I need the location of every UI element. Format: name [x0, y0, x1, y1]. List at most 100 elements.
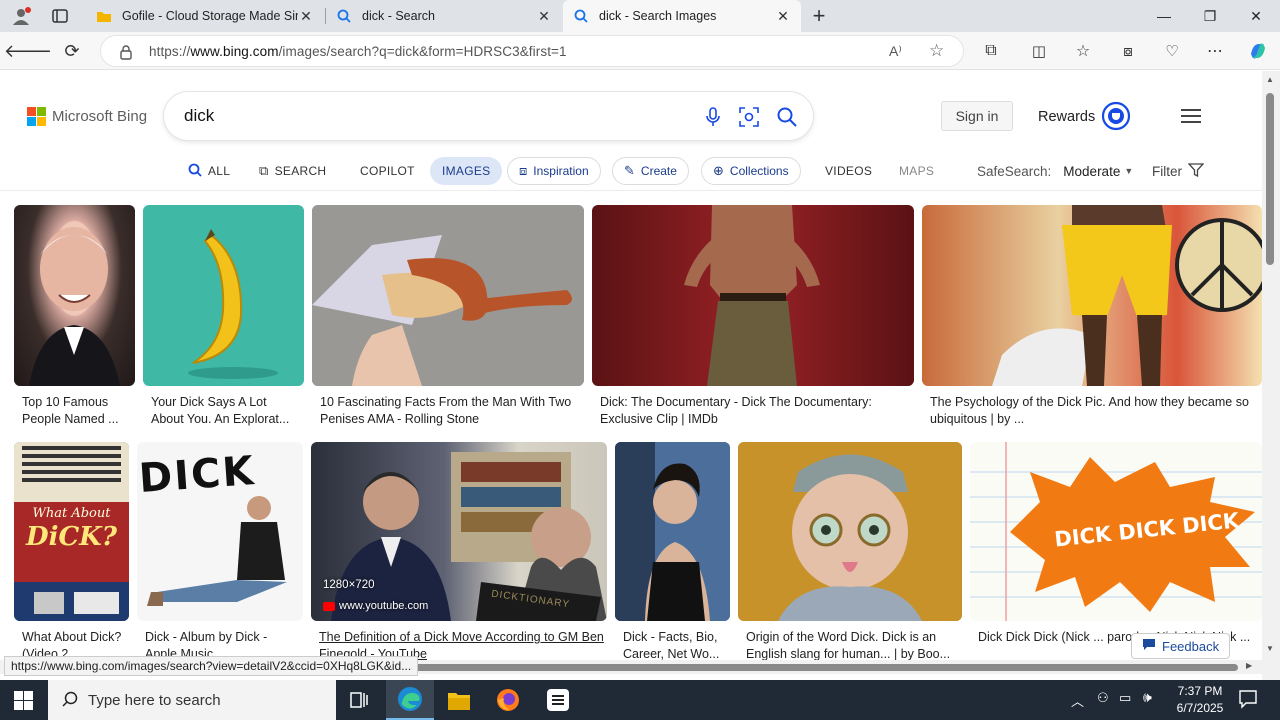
- scope-inspiration[interactable]: ⧈ Inspiration: [507, 157, 601, 185]
- taskbar-search-box[interactable]: Type here to search: [48, 680, 336, 720]
- close-icon[interactable]: ✕: [298, 8, 314, 25]
- sign-in-button[interactable]: Sign in: [941, 101, 1013, 131]
- copilot-icon[interactable]: [1243, 36, 1273, 66]
- image-result-2[interactable]: [143, 205, 304, 386]
- scrollbar-thumb[interactable]: [1266, 93, 1274, 265]
- tab-label: Gofile - Cloud Storage Made Sim: [122, 9, 298, 23]
- close-window-button[interactable]: ✕: [1233, 0, 1279, 32]
- microphone-icon[interactable]: [700, 104, 726, 130]
- search-input[interactable]: dick: [184, 106, 214, 126]
- scroll-right-arrow-icon[interactable]: ▶: [1246, 661, 1252, 670]
- clock[interactable]: 7:37 PM 6/7/2025: [1170, 683, 1230, 717]
- image-result-1[interactable]: [14, 205, 135, 386]
- image-result-3[interactable]: [312, 205, 584, 386]
- scope-label: VIDEOS: [825, 164, 873, 178]
- image-result-7[interactable]: DICK: [137, 442, 303, 621]
- image-result-4[interactable]: [592, 205, 914, 386]
- scroll-up-arrow-icon[interactable]: ▲: [1266, 75, 1274, 84]
- collections-icon[interactable]: ⧇: [1113, 36, 1143, 66]
- image-caption-10[interactable]: Origin of the Word Dick. Dick is an Engl…: [746, 629, 956, 663]
- image-caption-2[interactable]: Your Dick Says A Lot About You. An Explo…: [151, 394, 301, 428]
- profile-icon[interactable]: [10, 6, 32, 26]
- volume-icon[interactable]: 🕪: [1143, 689, 1152, 706]
- image-caption-3[interactable]: 10 Fascinating Facts From the Man With T…: [320, 394, 582, 428]
- page-scrollbar[interactable]: ▲ ▼: [1262, 71, 1280, 684]
- inspiration-icon: ⧈: [519, 163, 528, 178]
- performance-icon[interactable]: ♡: [1157, 36, 1187, 66]
- poster-big-text: DiCK?: [26, 522, 117, 552]
- tab-search-images[interactable]: dick - Search Images ✕: [563, 0, 801, 32]
- edge-taskbar-icon[interactable]: [386, 680, 434, 720]
- more-menu-icon[interactable]: ⋯: [1200, 36, 1230, 66]
- scope-collections[interactable]: ⊕ Collections: [701, 157, 801, 185]
- extensions-icon[interactable]: ⧉: [976, 36, 1006, 66]
- minimize-button[interactable]: —: [1141, 0, 1187, 32]
- bing-logo-text: Microsoft Bing: [52, 108, 148, 125]
- image-size-overlay: 1280×720: [323, 579, 375, 591]
- scope-copilot[interactable]: COPILOT: [360, 157, 415, 185]
- bing-logo[interactable]: Microsoft Bing: [27, 107, 147, 126]
- image-result-10[interactable]: [738, 442, 962, 621]
- tab-actions-icon[interactable]: [52, 8, 68, 24]
- lock-icon[interactable]: [119, 44, 133, 60]
- hamburger-menu-icon[interactable]: [1181, 108, 1201, 127]
- taskbar-search-placeholder: Type here to search: [88, 691, 221, 709]
- scroll-down-arrow-icon[interactable]: ▼: [1266, 644, 1274, 653]
- image-caption-4[interactable]: Dick: The Documentary - Dick The Documen…: [600, 394, 900, 428]
- feedback-button[interactable]: Feedback: [1131, 633, 1231, 659]
- restore-button[interactable]: ❐: [1187, 0, 1233, 32]
- favorite-star-icon[interactable]: ☆: [929, 41, 944, 61]
- read-aloud-icon[interactable]: A⁾: [889, 43, 902, 60]
- image-caption-1[interactable]: Top 10 Famous People Named ...: [22, 394, 132, 428]
- image-result-11[interactable]: DICK DICK DICK: [970, 442, 1262, 621]
- search-icon[interactable]: [774, 104, 800, 130]
- visual-search-icon[interactable]: [736, 104, 762, 130]
- rewards-label[interactable]: Rewards: [1038, 109, 1095, 125]
- filter-button[interactable]: Filter: [1152, 157, 1205, 185]
- scope-maps[interactable]: MAPS: [899, 157, 934, 185]
- close-icon[interactable]: ✕: [536, 8, 552, 25]
- image-caption-9[interactable]: Dick - Facts, Bio, Career, Net Wo...: [623, 629, 728, 663]
- tab-search[interactable]: dick - Search ✕: [326, 0, 562, 32]
- notifications-icon[interactable]: [1238, 689, 1258, 712]
- image-result-6[interactable]: What About DiCK?: [14, 442, 129, 621]
- address-bar[interactable]: https://www.bing.com/images/search?q=dic…: [100, 35, 964, 67]
- scope-create[interactable]: ✎ Create: [612, 157, 689, 185]
- rewards-trophy-icon[interactable]: [1101, 101, 1131, 134]
- scope-videos[interactable]: VIDEOS: [825, 157, 872, 185]
- file-explorer-icon[interactable]: [447, 689, 471, 714]
- scope-all[interactable]: ALL: [188, 157, 230, 185]
- search-box[interactable]: dick: [164, 92, 813, 140]
- feedback-label: Feedback: [1162, 638, 1220, 654]
- safesearch-value[interactable]: Moderate: [1063, 164, 1120, 179]
- image-result-8[interactable]: DICKTIONARY 1280×720 www.youtube.com: [311, 442, 607, 621]
- url-text[interactable]: https://www.bing.com/images/search?q=dic…: [149, 44, 567, 59]
- safesearch-label: SafeSearch:: [977, 163, 1052, 179]
- ethernet-icon[interactable]: ▭: [1119, 690, 1131, 706]
- firefox-icon[interactable]: [496, 688, 520, 715]
- new-tab-button[interactable]: +: [806, 3, 832, 29]
- tab-gofile[interactable]: Gofile - Cloud Storage Made Sim ✕: [86, 0, 324, 32]
- folder-icon: [96, 8, 112, 24]
- windows-start-icon[interactable]: [14, 691, 33, 713]
- app-taskbar-icon[interactable]: [546, 688, 570, 715]
- scope-images[interactable]: IMAGES: [430, 157, 503, 185]
- scope-search[interactable]: ⧉ SEARCH: [259, 157, 326, 185]
- refresh-button[interactable]: ⟳: [57, 36, 87, 66]
- safesearch-control[interactable]: SafeSearch: Moderate ▼: [977, 157, 1133, 185]
- chevron-down-icon: ▼: [1124, 166, 1134, 176]
- search-icon: [188, 163, 202, 180]
- favorites-icon[interactable]: ☆: [1068, 36, 1098, 66]
- image-source-overlay: www.youtube.com: [339, 600, 429, 612]
- tab-bar: Gofile - Cloud Storage Made Sim ✕ dick -…: [0, 0, 1280, 32]
- back-button[interactable]: 🡐: [4, 36, 52, 66]
- task-view-icon[interactable]: [349, 690, 369, 713]
- image-result-9[interactable]: [615, 442, 730, 621]
- image-result-5[interactable]: [922, 205, 1262, 386]
- image-caption-5[interactable]: The Psychology of the Dick Pic. And how …: [930, 394, 1260, 428]
- network-icon[interactable]: ⚇: [1097, 690, 1109, 706]
- split-screen-icon[interactable]: ◫: [1024, 36, 1054, 66]
- close-icon[interactable]: ✕: [775, 8, 791, 25]
- create-icon: ✎: [624, 163, 635, 178]
- chevron-up-icon[interactable]: ︿: [1071, 691, 1084, 710]
